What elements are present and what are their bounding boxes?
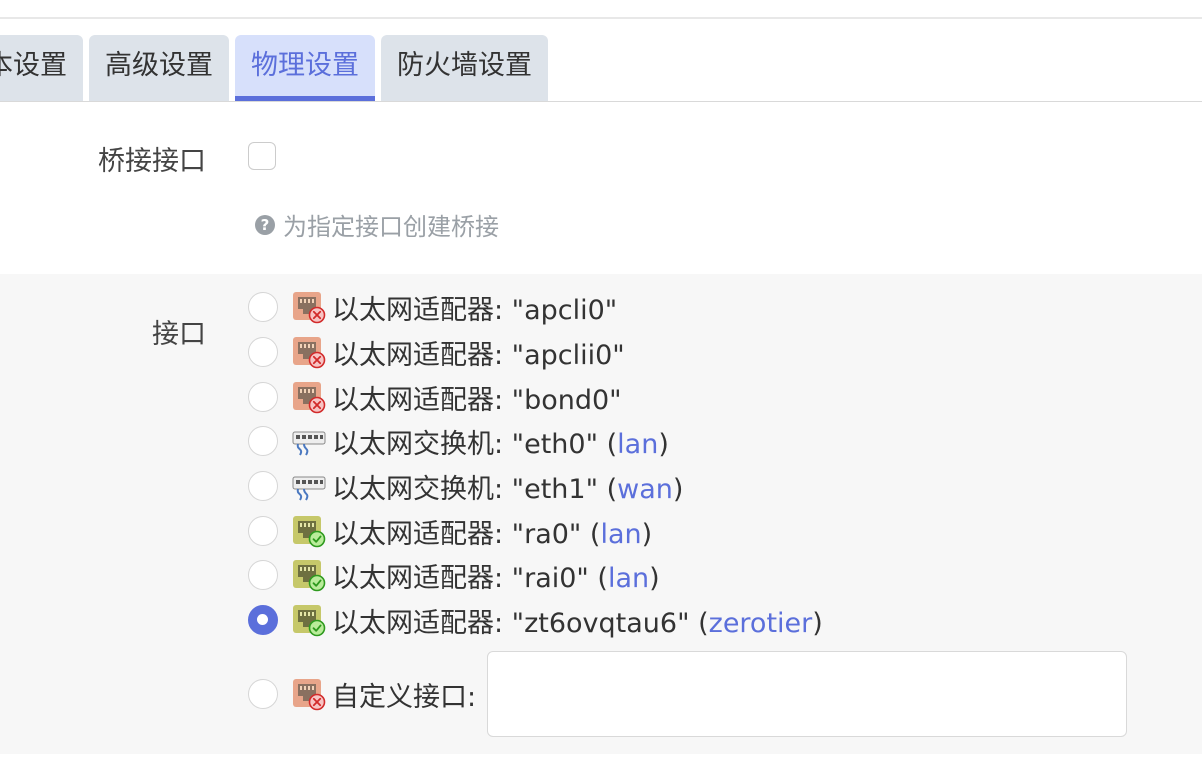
interface-radio[interactable]	[248, 605, 278, 635]
interface-option[interactable]: 以太网适配器: "apclii0"	[248, 333, 625, 372]
bridge-help-text: 为指定接口创建桥接	[283, 213, 499, 241]
bridge-interface-label: 桥接接口	[98, 146, 206, 177]
interface-name: 以太网适配器: "bond0"	[332, 384, 622, 416]
custom-interface-label: 自定义接口:	[332, 681, 477, 713]
custom-interface-input[interactable]	[487, 651, 1127, 737]
interface-name: 以太网适配器: "zt6ovqtau6"	[332, 607, 690, 639]
tab-bar-divider	[0, 101, 1202, 102]
interface-option[interactable]: 以太网适配器: "apcli0"	[248, 288, 617, 327]
interface-option-label: 以太网适配器: "apclii0"	[332, 333, 625, 372]
tab-2[interactable]: 物理设置	[235, 35, 375, 101]
interface-option-label: 以太网适配器: "apcli0"	[332, 288, 617, 327]
interface-option-label: 以太网适配器: "rai0" (lan)	[332, 562, 660, 594]
interface-name: 以太网交换机: "eth1"	[332, 473, 599, 505]
interface-option-label: 以太网交换机: "eth1" (wan)	[332, 473, 684, 505]
ethernet-adapter-up-icon	[292, 514, 326, 548]
custom-interface-radio[interactable]	[248, 679, 278, 709]
interface-option[interactable]: 以太网交换机: "eth1" (wan)	[248, 469, 684, 505]
interface-option[interactable]: 以太网适配器: "rai0" (lan)	[248, 558, 660, 594]
bridge-help: ? 为指定接口创建桥接	[255, 207, 499, 242]
zone-link[interactable]: zerotier	[709, 608, 813, 639]
custom-interface-option[interactable]: 自定义接口:	[248, 677, 477, 713]
zone-link[interactable]: lan	[608, 563, 649, 594]
interface-radio[interactable]	[248, 471, 278, 501]
ethernet-adapter-down-icon	[292, 335, 326, 369]
interface-label: 接口	[152, 319, 206, 350]
interface-name: 以太网交换机: "eth0"	[332, 428, 599, 460]
interface-radio[interactable]	[248, 337, 278, 367]
tab-3[interactable]: 防火墙设置	[381, 35, 548, 101]
interface-option-label: 以太网适配器: "zt6ovqtau6" (zerotier)	[332, 607, 823, 639]
interface-option[interactable]: 以太网交换机: "eth0" (lan)	[248, 424, 669, 460]
tab-0[interactable]: 本设置	[0, 35, 83, 101]
tab-1[interactable]: 高级设置	[89, 35, 229, 101]
ethernet-adapter-down-icon	[292, 290, 326, 324]
interface-option[interactable]: 以太网适配器: "bond0"	[248, 378, 622, 417]
interface-option[interactable]: 以太网适配器: "zt6ovqtau6" (zerotier)	[248, 603, 823, 639]
interface-name: 以太网适配器: "rai0"	[332, 562, 589, 594]
interface-name: 以太网适配器: "apclii0"	[332, 339, 625, 371]
interface-name: 以太网适配器: "ra0"	[332, 518, 582, 550]
tab-bar: 本设置高级设置物理设置防火墙设置	[0, 35, 548, 101]
ethernet-switch-icon	[292, 424, 326, 458]
question-circle-icon: ?	[255, 214, 275, 235]
interface-name: 以太网适配器: "apcli0"	[332, 294, 618, 326]
top-divider	[0, 17, 1202, 19]
interface-option-label: 以太网适配器: "bond0"	[332, 378, 622, 417]
zone-link[interactable]: lan	[600, 519, 641, 550]
zone-link[interactable]: lan	[617, 429, 658, 460]
ethernet-adapter-down-icon	[292, 380, 326, 414]
interface-option[interactable]: 以太网适配器: "ra0" (lan)	[248, 514, 653, 550]
ethernet-adapter-up-icon	[292, 603, 326, 637]
interface-radio[interactable]	[248, 426, 278, 456]
ethernet-switch-icon	[292, 469, 326, 503]
interface-radio[interactable]	[248, 560, 278, 590]
interface-radio[interactable]	[248, 292, 278, 322]
ethernet-adapter-up-icon	[292, 558, 326, 592]
interface-radio[interactable]	[248, 516, 278, 546]
interface-radio[interactable]	[248, 382, 278, 412]
interface-option-label: 以太网交换机: "eth0" (lan)	[332, 428, 669, 460]
interface-option-label: 以太网适配器: "ra0" (lan)	[332, 518, 653, 550]
zone-link[interactable]: wan	[617, 474, 673, 505]
ethernet-adapter-down-icon	[292, 677, 326, 711]
bridge-interface-checkbox[interactable]	[248, 142, 276, 170]
